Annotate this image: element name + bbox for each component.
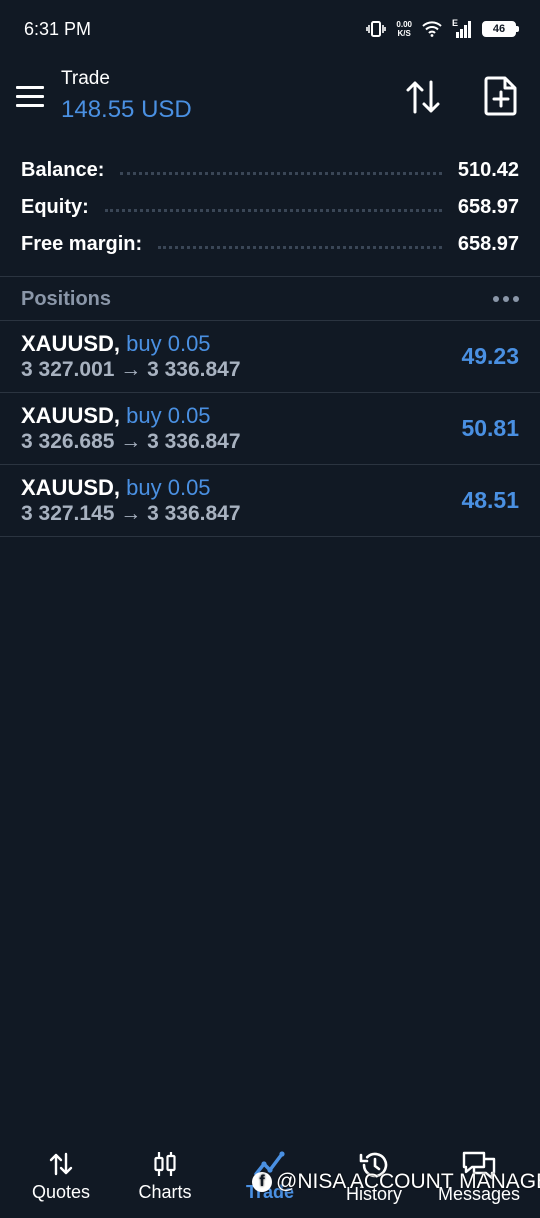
signal-icon	[456, 21, 471, 38]
balance-label: Balance:	[21, 159, 105, 181]
position-side: buy 0.05	[126, 331, 211, 356]
charts-icon	[154, 1152, 176, 1176]
net-speed-value: 0.00	[396, 20, 412, 29]
position-prices: 3 327.001 → 3 336.847	[21, 358, 241, 381]
net-speed: 0.00 K/S	[396, 20, 412, 38]
quotes-icon	[49, 1152, 73, 1176]
new-order-icon[interactable]	[484, 76, 518, 116]
status-bar: 6:31 PM 0.00 K/S E 46	[0, 0, 540, 58]
position-profit: 50.81	[461, 415, 519, 441]
menu-icon[interactable]	[16, 86, 44, 108]
account-summary: Balance: 510.42 Equity: 658.97 Free marg…	[0, 152, 540, 263]
equity-value: 658.97	[457, 196, 519, 218]
free-margin-value: 658.97	[457, 233, 519, 255]
position-prices: 3 326.685 → 3 336.847	[21, 430, 241, 453]
positions-title: Positions	[21, 287, 112, 310]
position-title: XAUUSD, buy 0.05	[21, 331, 211, 357]
equity-label: Equity:	[21, 196, 89, 218]
divider	[0, 276, 540, 277]
position-title: XAUUSD, buy 0.05	[21, 403, 211, 429]
position-prices: 3 327.145 → 3 336.847	[21, 502, 241, 525]
dotted-leader	[104, 209, 442, 212]
position-symbol: XAUUSD,	[21, 331, 121, 356]
more-options-icon[interactable]	[493, 296, 519, 302]
account-profit: 148.55 USD	[61, 96, 192, 123]
equity-row: Equity: 658.97	[0, 189, 540, 226]
position-symbol: XAUUSD,	[21, 403, 121, 428]
position-side: buy 0.05	[126, 475, 211, 500]
positions-list: XAUUSD, buy 0.05 3 327.001 → 3 336.847 4…	[0, 321, 540, 537]
balance-value: 510.42	[457, 159, 519, 181]
position-row[interactable]: XAUUSD, buy 0.05 3 326.685 → 3 336.847 5…	[0, 393, 540, 465]
positions-header: Positions	[0, 278, 540, 320]
dotted-leader	[158, 246, 442, 249]
facebook-icon: f	[252, 1172, 272, 1192]
position-profit: 49.23	[461, 343, 519, 369]
app-header: Trade 148.55 USD	[0, 58, 540, 138]
signal-indicator: E	[452, 18, 472, 38]
balance-row: Balance: 510.42	[0, 152, 540, 189]
battery-icon: 46	[482, 21, 519, 37]
free-margin-label: Free margin:	[21, 233, 143, 255]
sort-icon[interactable]	[404, 78, 442, 116]
dotted-leader	[120, 172, 442, 175]
position-profit: 48.51	[461, 487, 519, 513]
wifi-icon	[422, 21, 442, 37]
position-row[interactable]: XAUUSD, buy 0.05 3 327.145 → 3 336.847 4…	[0, 465, 540, 537]
position-side: buy 0.05	[126, 403, 211, 428]
net-speed-unit: K/S	[397, 29, 411, 38]
nav-label: Charts	[138, 1182, 192, 1202]
position-symbol: XAUUSD,	[21, 475, 121, 500]
vibrate-icon	[366, 21, 387, 37]
status-icons: 0.00 K/S E 46	[366, 18, 519, 38]
nav-charts[interactable]: Charts	[111, 1140, 219, 1218]
page-title: Trade	[61, 68, 110, 89]
watermark-text: @NISA ACCOUNT MANAGER	[276, 1170, 540, 1193]
nav-label: Quotes	[31, 1182, 91, 1202]
watermark: f @NISA ACCOUNT MANAGER	[252, 1170, 540, 1194]
status-time: 6:31 PM	[24, 18, 92, 39]
position-row[interactable]: XAUUSD, buy 0.05 3 327.001 → 3 336.847 4…	[0, 321, 540, 393]
position-title: XAUUSD, buy 0.05	[21, 475, 211, 501]
nav-quotes[interactable]: Quotes	[7, 1140, 115, 1218]
free-margin-row: Free margin: 658.97	[0, 226, 540, 263]
